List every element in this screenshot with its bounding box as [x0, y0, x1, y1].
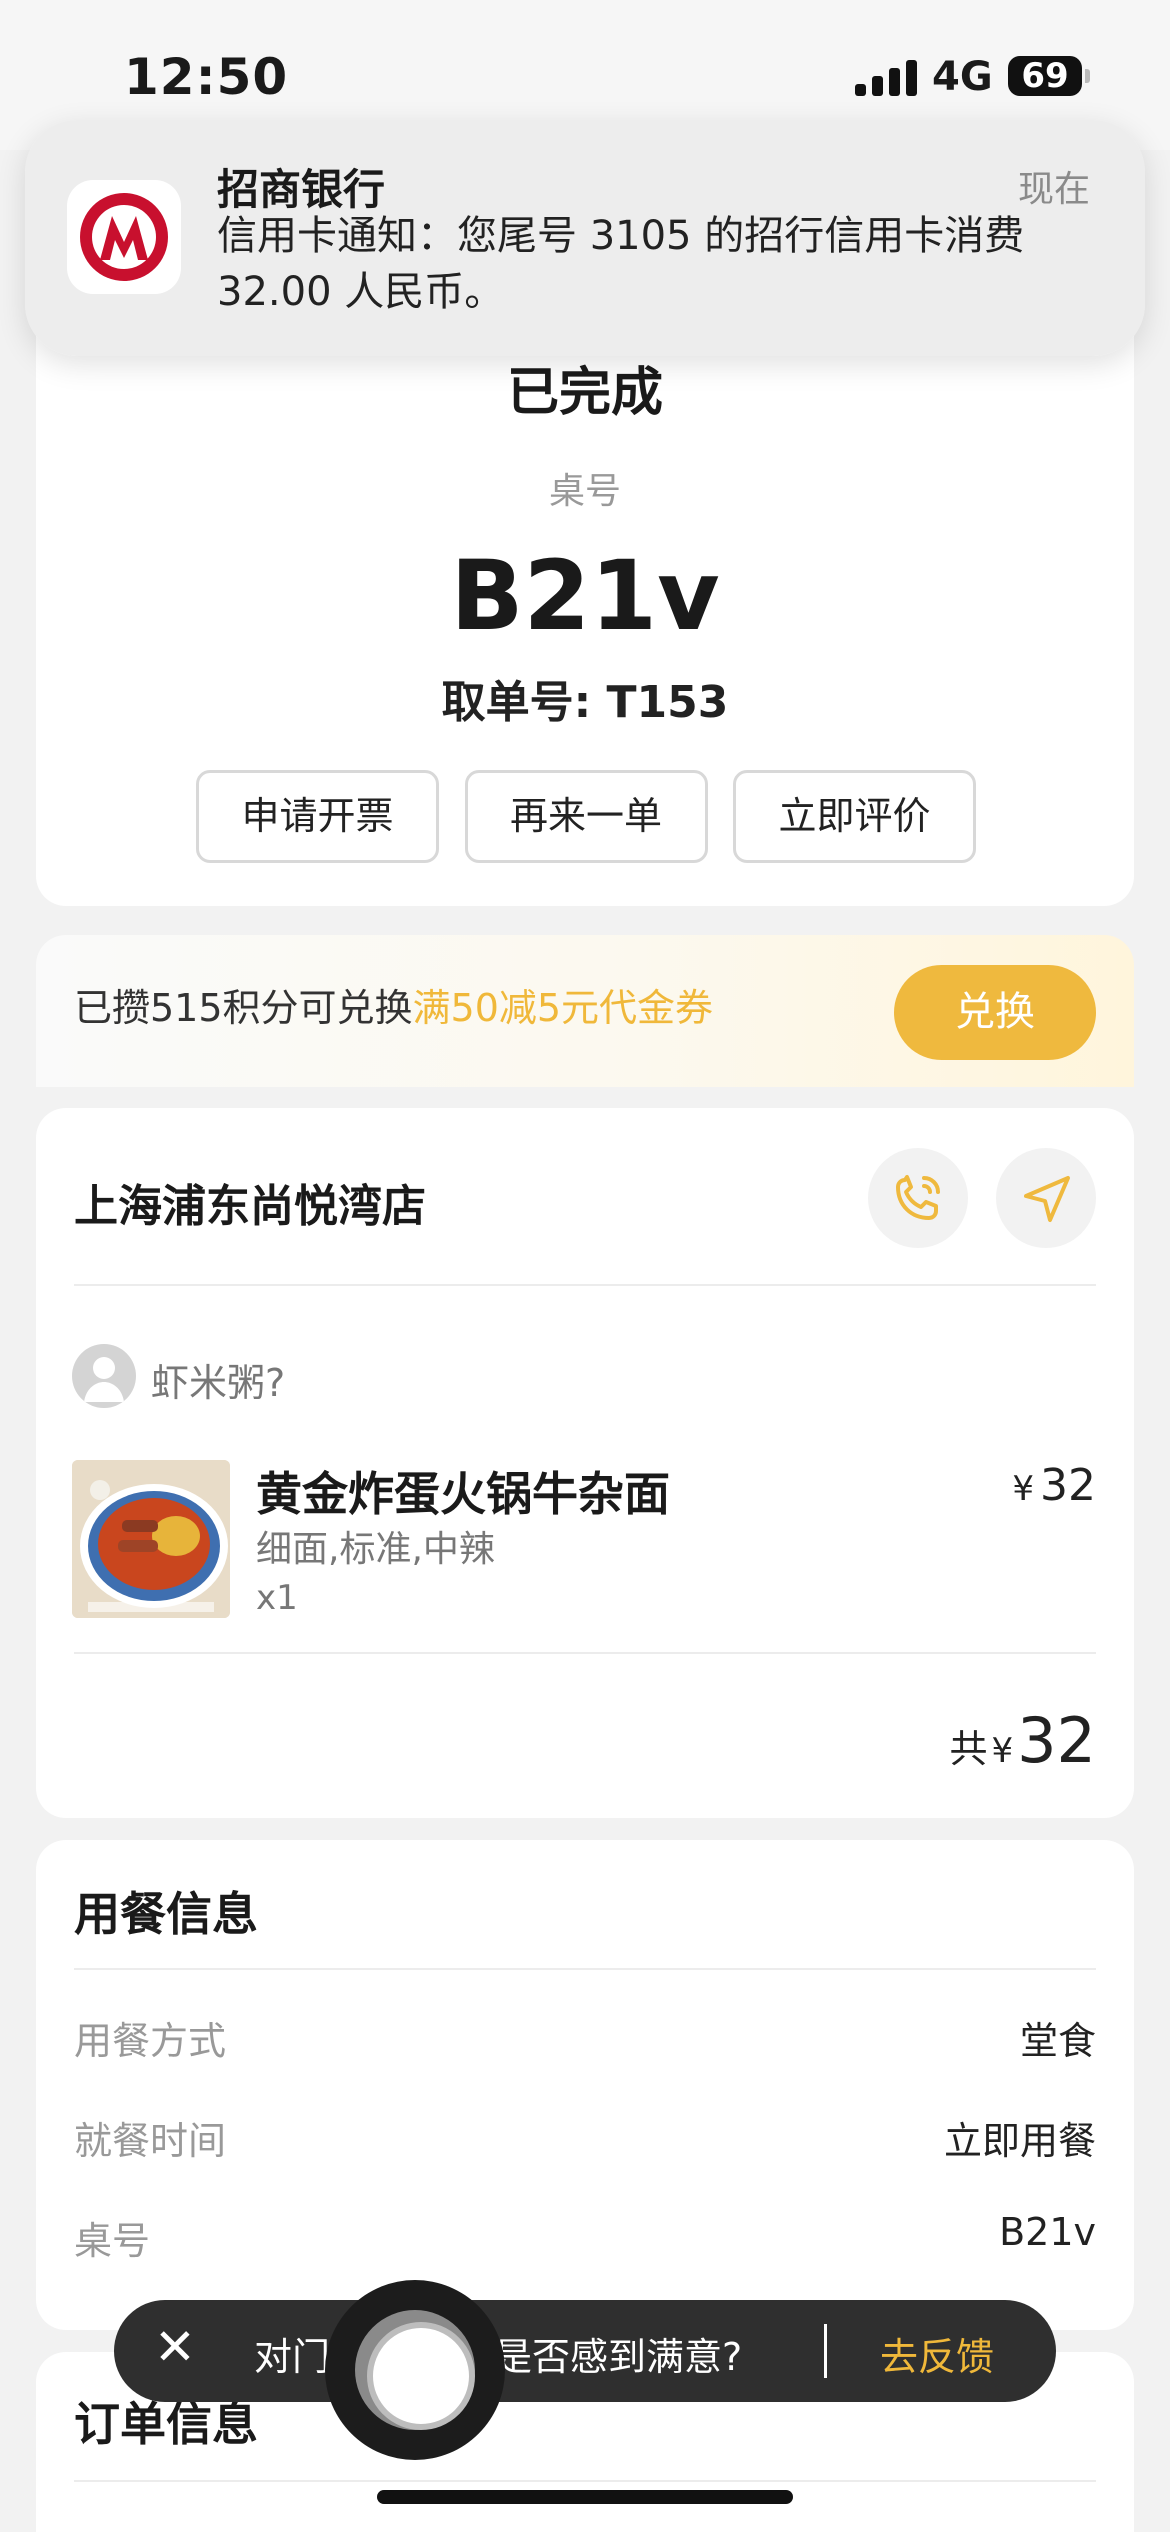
divider [74, 1652, 1096, 1654]
phone-icon [896, 1175, 940, 1220]
total-label: 共 [949, 1727, 988, 1771]
dish-price-currency: ¥ [1012, 1469, 1034, 1509]
order-status: 已完成 [506, 363, 663, 423]
divider [74, 2480, 1096, 2482]
dish-name: 黄金炸蛋火锅牛杂面 [256, 1467, 670, 1521]
total-currency: ¥ [991, 1731, 1014, 1771]
review-button[interactable]: 立即评价 [733, 770, 976, 863]
redeem-button[interactable]: 兑换 [894, 965, 1096, 1060]
close-icon[interactable]: ✕ [154, 2318, 196, 2376]
battery-icon: 69 [1008, 56, 1090, 96]
feedback-toast: ✕ 对门 是否感到满意? 去反馈 [114, 2300, 1056, 2402]
dish-quantity: x1 [256, 1578, 298, 1618]
navigation-arrow-icon [1024, 1176, 1070, 1222]
dining-method-value: 堂食 [1019, 2019, 1096, 2063]
points-text-main: 已攒515积分可兑换 [74, 986, 413, 1030]
divider [74, 1284, 1096, 1286]
dining-info-title: 用餐信息 [74, 1887, 258, 1941]
dining-method-label: 用餐方式 [74, 2019, 227, 2063]
dining-info-card: 用餐信息 用餐方式 堂食 就餐时间 立即用餐 桌号 B21v [36, 1840, 1134, 2330]
user-name: 虾米粥? [151, 1361, 286, 1405]
toast-question: 是否感到满意? [494, 2335, 743, 2379]
action-buttons: 申请开票 再来一单 立即评价 [196, 770, 976, 863]
points-text: 已攒515积分可兑换满50减5元代金券 [74, 977, 713, 1032]
feedback-button[interactable]: 去反馈 [880, 2326, 994, 2381]
toast-text-prefix: 对门 [254, 2335, 331, 2379]
order-status-card: 已完成 桌号 B21v 取单号: T153 申请开票 再来一单 立即评价 [36, 290, 1134, 906]
order-detail-card: 上海浦东尚悦湾店 虾米粥? 黄金炸蛋火锅牛杂面 细面,标准,中辣 x1 ¥ 32… [36, 1108, 1134, 1818]
pickup-number: 取单号: T153 [441, 677, 729, 728]
notification-body: 信用卡通知：您尾号 3105 的招行信用卡消费 32.00 人民币。 [217, 213, 1025, 315]
total-amount: 32 [1017, 1704, 1096, 1777]
points-voucher-highlight: 满50减5元代金券 [412, 986, 714, 1030]
dish-image [72, 1460, 230, 1618]
status-time: 12:50 [124, 48, 289, 106]
phone-button[interactable] [868, 1148, 968, 1248]
cmb-bank-logo-icon [67, 180, 181, 294]
navigate-button[interactable] [996, 1148, 1096, 1248]
user-avatar [72, 1344, 136, 1408]
store-name[interactable]: 上海浦东尚悦湾店 [74, 1170, 426, 1234]
dish-price-value: 32 [1040, 1460, 1096, 1511]
dish-price: ¥32 [1012, 1460, 1096, 1511]
table-value: B21v [999, 2210, 1096, 2254]
dish-options: 细面,标准,中辣 [256, 1529, 495, 1570]
reorder-button[interactable]: 再来一单 [464, 770, 708, 863]
signal-icon [855, 60, 917, 96]
dining-time-label: 就餐时间 [74, 2119, 227, 2163]
user-icon [84, 1357, 124, 1402]
push-notification[interactable]: 招商银行 现在 信用卡通知：您尾号 3105 的招行信用卡消费 32.00 人民… [25, 120, 1145, 356]
table-number: B21v [450, 540, 720, 652]
order-total: 共 ¥32 [949, 1704, 1096, 1777]
request-invoice-button[interactable]: 申请开票 [196, 770, 439, 863]
divider [74, 1968, 1096, 1970]
notification-time: 现在 [1017, 169, 1090, 210]
home-indicator[interactable] [377, 2490, 793, 2504]
network-type: 4G [932, 54, 993, 100]
dining-time-value: 立即用餐 [943, 2119, 1096, 2163]
table-label: 桌号 [74, 2219, 151, 2263]
table-number-label: 桌号 [548, 471, 621, 512]
toast-divider [824, 2324, 827, 2378]
assistive-touch-button[interactable] [325, 2280, 505, 2460]
points-banner: 已攒515积分可兑换满50减5元代金券 兑换 [36, 935, 1134, 1087]
